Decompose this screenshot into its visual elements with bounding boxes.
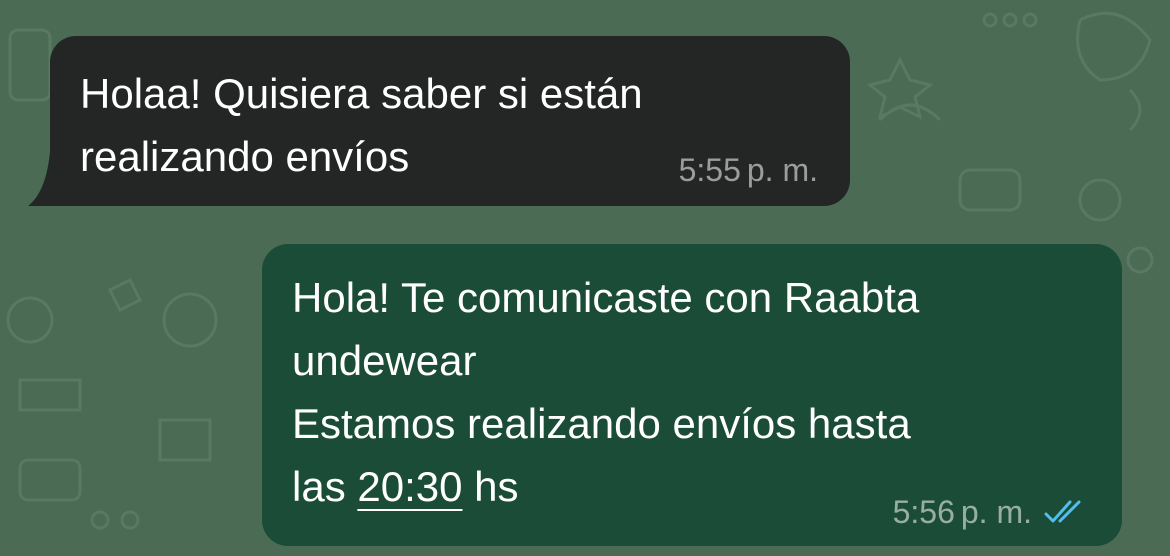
incoming-message-meta: 5:55 p. m. <box>679 152 818 188</box>
outgoing-message-line: Estamos realizando envíos hasta <box>292 400 911 447</box>
outgoing-message-line: undewear <box>292 337 477 384</box>
outgoing-message-time: 5:56 <box>892 494 955 530</box>
time-link[interactable]: 20:30 <box>357 463 462 510</box>
outgoing-message-text: hs <box>462 463 519 510</box>
incoming-message-bubble[interactable]: Holaa! Quisiera saber si están realizand… <box>50 36 850 206</box>
outgoing-message-bubble[interactable]: Hola! Te comunicaste con Raabta undewear… <box>262 244 1122 546</box>
outgoing-message-text: las <box>292 463 358 510</box>
outgoing-message-ampm: p. m. <box>960 494 1032 530</box>
double-check-read-icon <box>1044 500 1081 523</box>
outgoing-message-line: Hola! Te comunicaste con Raabta <box>292 274 920 321</box>
outgoing-message-meta: 5:56 p. m. <box>893 494 1090 530</box>
incoming-message-ampm: p. m. <box>746 152 818 188</box>
incoming-message-time: 5:55 <box>678 152 741 188</box>
